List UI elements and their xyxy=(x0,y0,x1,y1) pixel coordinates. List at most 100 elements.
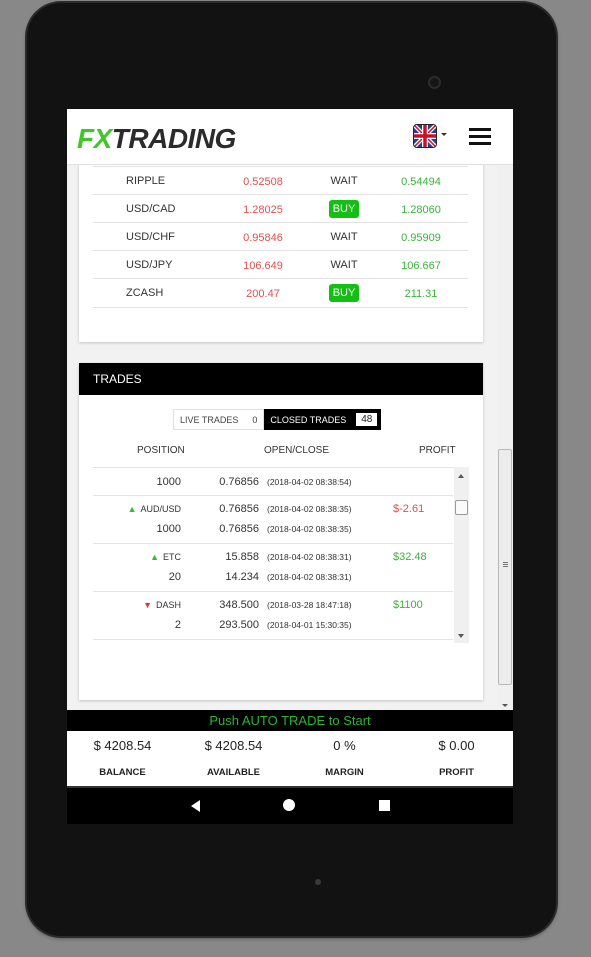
market-row[interactable]: USD/CHF 0.95846 WAIT 0.95909 xyxy=(93,222,468,251)
account-summary: $ 4208.54 BALANCE $ 4208.54 AVAILABLE 0 … xyxy=(67,731,513,786)
profit-label: PROFIT xyxy=(439,767,474,778)
app-screen: FXTRADING RIPPLE 0.52508 WAIT 0.54494 US… xyxy=(67,109,513,824)
trade-close-time: (2018-04-02 08:38:54) xyxy=(267,477,352,487)
trades-scrollbar-thumb[interactable] xyxy=(455,500,468,515)
trades-scrollbar[interactable] xyxy=(454,467,469,643)
scroll-up-arrow-icon[interactable] xyxy=(458,474,464,478)
market-ask: 106.667 xyxy=(401,260,441,272)
trade-qty: 1000 xyxy=(156,523,181,535)
market-bid: 106.649 xyxy=(243,260,283,272)
trade-profit: $32.48 xyxy=(393,551,427,563)
market-ask: 1.28060 xyxy=(401,204,441,216)
trade-close-time: (2018-04-01 15:30:35) xyxy=(267,620,352,630)
trade-row[interactable]: ▲ AUD/USD 0.76856 (2018-04-02 08:38:35) $… xyxy=(93,496,453,544)
page-scrollbar[interactable] xyxy=(497,164,513,710)
trade-close-price: 14.234 xyxy=(225,571,259,583)
menu-icon[interactable] xyxy=(469,128,491,145)
market-row[interactable]: ZCASH 200.47 BUY 211.31 xyxy=(93,278,468,308)
trade-open-price: 348.500 xyxy=(219,599,259,611)
fxtrading-logo[interactable]: FXTRADING xyxy=(77,123,236,155)
trade-open-price: 15.858 xyxy=(225,551,259,563)
trade-symbol: ▲ AUD/USD xyxy=(127,504,181,514)
trade-close-price: 0.76856 xyxy=(219,476,259,488)
page-scrollbar-thumb[interactable] xyxy=(498,449,512,685)
trades-list: 1000 0.76856 (2018-04-02 08:38:54) ▲ AUD/… xyxy=(93,467,468,644)
logo-trading: TRADING xyxy=(111,123,237,154)
home-icon[interactable] xyxy=(283,799,295,811)
trade-close-price: 293.500 xyxy=(219,619,259,631)
balance-label: BALANCE xyxy=(99,767,146,778)
page-scroll-down-arrow-icon[interactable] xyxy=(502,704,508,707)
trade-open-price: 0.76856 xyxy=(219,503,259,515)
trade-close-time: (2018-04-02 08:38:35) xyxy=(267,524,352,534)
closed-trades-count: 48 xyxy=(356,413,378,426)
auto-trade-banner: Push AUTO TRADE to Start xyxy=(67,710,513,731)
column-open-close: OPEN/CLOSE xyxy=(264,445,330,456)
market-symbol: ZCASH xyxy=(126,287,164,299)
trade-qty: 1000 xyxy=(156,476,181,488)
margin-value: 0 % xyxy=(333,738,356,753)
trades-title: TRADES xyxy=(79,363,483,395)
market-bid: 0.52508 xyxy=(243,176,283,188)
market-bid: 1.28025 xyxy=(243,204,283,216)
arrow-up-icon: ▲ xyxy=(150,552,159,562)
trade-open-time: (2018-04-02 08:38:31) xyxy=(267,552,352,562)
scroll-down-arrow-icon[interactable] xyxy=(458,634,464,638)
trade-row[interactable]: ▲ ETC 15.858 (2018-04-02 08:38:31) $32.48… xyxy=(93,544,453,592)
market-ask: 0.95909 xyxy=(401,232,441,244)
device-sensor xyxy=(315,879,321,885)
trade-open-time: (2018-04-02 08:38:35) xyxy=(267,504,352,514)
arrow-up-icon: ▲ xyxy=(127,504,137,514)
buy-badge[interactable]: BUY xyxy=(329,200,359,218)
market-signal: WAIT xyxy=(330,259,358,271)
market-bid: 0.95846 xyxy=(243,232,283,244)
trades-card: TRADES LIVE TRADES 0 CLOSED TRADES 48 PO… xyxy=(79,363,483,700)
market-symbol: USD/CHF xyxy=(126,231,175,243)
tab-live-label: LIVE TRADES xyxy=(180,414,239,425)
trade-close-time: (2018-04-02 08:38:31) xyxy=(267,572,352,582)
profit-value: $ 0.00 xyxy=(438,738,475,753)
language-dropdown-caret-icon[interactable] xyxy=(441,133,447,136)
scrollbar-grip-icon xyxy=(503,562,508,563)
market-signal: WAIT xyxy=(330,231,358,243)
market-bid: 200.47 xyxy=(246,288,280,300)
available-value: $ 4208.54 xyxy=(204,738,263,753)
arrow-down-icon: ▼ xyxy=(143,600,152,610)
market-symbol: RIPPLE xyxy=(126,175,166,187)
app-header: FXTRADING xyxy=(67,109,513,165)
trade-profit: $-2.61 xyxy=(393,503,425,515)
back-icon[interactable] xyxy=(191,800,200,812)
trade-symbol: ▼ DASH xyxy=(143,600,181,610)
trade-row[interactable]: ▼ DASH 348.500 (2018-03-28 18:47:18) $110… xyxy=(93,592,453,640)
trade-open-time: (2018-03-28 18:47:18) xyxy=(267,600,352,610)
trade-qty: 20 xyxy=(168,571,181,583)
page-content: RIPPLE 0.52508 WAIT 0.54494 USD/CAD 1.28… xyxy=(67,154,497,710)
front-camera xyxy=(428,76,441,89)
market-ask: 0.54494 xyxy=(401,176,441,188)
available-label: AVAILABLE xyxy=(207,767,260,778)
logo-fx: FX xyxy=(77,123,112,154)
market-ask: 211.31 xyxy=(404,288,438,300)
recent-apps-icon[interactable] xyxy=(379,800,390,811)
tab-live-trades[interactable]: LIVE TRADES 0 xyxy=(173,409,265,430)
balance-value: $ 4208.54 xyxy=(93,738,152,753)
trade-profit: $1100 xyxy=(393,599,423,611)
trades-tabs: LIVE TRADES 0 CLOSED TRADES 48 xyxy=(173,409,382,430)
column-profit: PROFIT xyxy=(419,445,456,456)
market-signal: WAIT xyxy=(330,175,358,187)
trade-row[interactable]: 1000 0.76856 (2018-04-02 08:38:54) xyxy=(93,468,453,496)
live-trades-count: 0 xyxy=(252,414,258,425)
trade-qty: 2 xyxy=(174,619,181,631)
market-symbol: USD/JPY xyxy=(126,259,173,271)
buy-badge[interactable]: BUY xyxy=(329,284,359,302)
tab-closed-label: CLOSED TRADES xyxy=(270,414,347,425)
uk-flag-icon[interactable] xyxy=(413,124,437,148)
market-row[interactable]: USD/CAD 1.28025 BUY 1.28060 xyxy=(93,194,468,223)
market-card: RIPPLE 0.52508 WAIT 0.54494 USD/CAD 1.28… xyxy=(79,154,483,342)
market-symbol: USD/CAD xyxy=(126,203,176,215)
android-nav-bar xyxy=(67,786,513,824)
margin-label: MARGIN xyxy=(325,767,364,778)
market-row[interactable]: RIPPLE 0.52508 WAIT 0.54494 xyxy=(93,166,468,195)
market-row[interactable]: USD/JPY 106.649 WAIT 106.667 xyxy=(93,250,468,279)
tab-closed-trades[interactable]: CLOSED TRADES 48 xyxy=(264,409,382,430)
